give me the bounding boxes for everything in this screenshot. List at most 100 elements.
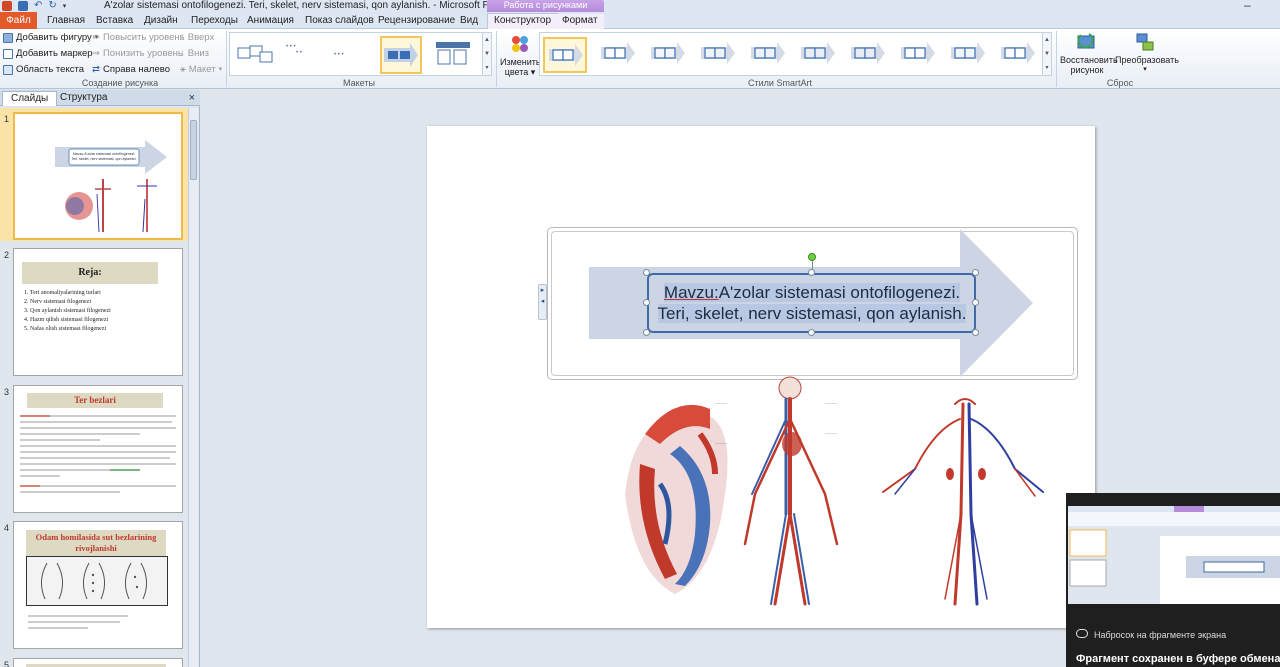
slide-number: 5: [4, 660, 10, 667]
tab-transitions[interactable]: Переходы: [191, 14, 238, 29]
tab-animation[interactable]: Анимация: [247, 14, 294, 29]
ribbon: Добавить фигуру ▾ Добавить маркер Область…: [0, 29, 1280, 89]
smartart-style-option[interactable]: [797, 37, 841, 73]
text-pane-icon: [3, 64, 13, 75]
snip-notification[interactable]: Набросок на фрагменте экрана Фрагмент со…: [1066, 493, 1280, 667]
slide-thumbnail-1[interactable]: Mavzu:A'zolar sistemasi ontofilogenezi. …: [13, 112, 183, 240]
add-bullet-button[interactable]: Добавить маркер: [3, 47, 93, 60]
minimize-button[interactable]: –: [1244, 0, 1251, 11]
svg-text:———: ———: [825, 400, 837, 405]
resize-handle[interactable]: [643, 269, 650, 276]
close-panel-icon[interactable]: ×: [189, 91, 195, 105]
move-down-button[interactable]: ↓ Вниз: [180, 47, 209, 60]
smartart-text-shape[interactable]: Mavzu:A'zolar sistemasi ontofilogenezi. …: [647, 273, 976, 333]
anatomy-mini-image: [65, 179, 157, 233]
right-to-left-icon: ⇄: [92, 64, 100, 75]
tab-smartart-design[interactable]: Конструктор: [487, 13, 559, 30]
demote-icon: ⇒: [92, 48, 100, 59]
slide-thumbnail-4[interactable]: Odam homilasida sut bezlarining rivojlan…: [13, 521, 183, 649]
tab-design[interactable]: Дизайн: [144, 14, 178, 29]
tab-outline[interactable]: Структура: [52, 91, 115, 106]
change-colors-button[interactable]: Изменить цвета ▾: [500, 33, 541, 77]
ribbon-tabs: Файл Главная Вставка Дизайн Переходы Ани…: [0, 12, 1280, 30]
save-icon[interactable]: [18, 1, 28, 11]
smartart-style-option[interactable]: [597, 37, 641, 73]
slide-thumbnail-caption-lines: [28, 615, 128, 629]
smartart-style-option-selected[interactable]: [543, 37, 587, 73]
resize-handle[interactable]: [643, 329, 650, 336]
resize-handle[interactable]: [972, 299, 979, 306]
rotation-handle[interactable]: [808, 253, 816, 261]
ribbon-separator: [496, 31, 497, 87]
slide-thumbnail-list: 1. Teri anomaliyalarining turlari 2. Ner…: [24, 290, 111, 332]
slide-thumbnail-body-lines: [20, 415, 176, 493]
slide-thumbnail-3[interactable]: Ter bezlari: [13, 385, 183, 513]
tab-review[interactable]: Рецензирование: [378, 14, 455, 29]
smartart-style-option[interactable]: [997, 37, 1041, 73]
slide-number: 4: [4, 523, 10, 533]
text-pane-toggle[interactable]: ▸ ◂: [538, 284, 547, 320]
convert-button[interactable]: Преобразовать ▾: [1115, 31, 1179, 75]
slide-thumbnail-title: Ter bezlari: [27, 393, 163, 408]
smartart-style-option[interactable]: [697, 37, 741, 73]
slides-panel-scrollbar[interactable]: [188, 108, 198, 667]
layouts-group-label: Макеты: [343, 78, 375, 88]
tab-home[interactable]: Главная: [47, 14, 85, 29]
smartart-style-option[interactable]: [847, 37, 891, 73]
svg-text:———: ———: [825, 430, 837, 435]
snip-preview-image[interactable]: [1068, 506, 1280, 604]
smartart-style-preview-icon: [701, 42, 735, 64]
layout-option-selected[interactable]: [380, 36, 422, 74]
undo-icon[interactable]: ↶: [34, 1, 42, 11]
resize-handle[interactable]: [972, 329, 979, 336]
styles-gallery-scroll[interactable]: ▲ ▼ ▾: [1042, 33, 1051, 75]
tab-insert[interactable]: Вставка: [96, 14, 133, 29]
layout-option[interactable]: [432, 36, 474, 74]
redo-icon[interactable]: ↻: [48, 1, 56, 11]
text-pane-button[interactable]: Область текста: [3, 63, 84, 76]
smartart-style-option[interactable]: [897, 37, 941, 73]
add-shape-icon: [3, 32, 13, 43]
svg-text:———: ———: [715, 440, 727, 445]
promote-button[interactable]: ⇐ Повысить уровень: [92, 31, 185, 44]
scrollbar-thumb[interactable]: [190, 120, 197, 180]
slide-thumbnail-2[interactable]: Reja: 1. Teri anomaliyalarining turlari …: [13, 248, 183, 376]
resize-handle[interactable]: [808, 269, 815, 276]
add-bullet-icon: [3, 48, 13, 59]
tab-smartart-format[interactable]: Формат: [556, 14, 604, 29]
tab-slideshow[interactable]: Показ слайдов: [305, 14, 374, 29]
tab-file[interactable]: Файл: [0, 12, 37, 29]
right-to-left-button[interactable]: ⇄ Справа налево: [92, 63, 170, 76]
add-shape-button[interactable]: Добавить фигуру ▾: [3, 31, 98, 44]
resize-handle[interactable]: [972, 269, 979, 276]
demote-button[interactable]: ⇒ Понизить уровень: [92, 47, 183, 60]
resize-handle[interactable]: [808, 329, 815, 336]
layouts-gallery-scroll[interactable]: ▲ ▼ ▾: [482, 33, 491, 75]
layout-button[interactable]: ⚹ Макет ▾: [180, 63, 222, 76]
layout-option[interactable]: • • •: [330, 36, 372, 74]
smartart-style-preview-icon: [1001, 42, 1035, 64]
slide-heading[interactable]: Mavzu:A'zolar sistemasi ontofilogenezi. …: [657, 282, 967, 324]
snip-app-name: Набросок на фрагменте экрана: [1094, 630, 1227, 640]
snip-sketch-icon: [1076, 629, 1088, 638]
ribbon-separator: [226, 31, 227, 87]
smartart-style-option[interactable]: [947, 37, 991, 73]
tab-slides[interactable]: Слайды: [2, 91, 58, 106]
tab-view[interactable]: Вид: [460, 14, 478, 29]
resize-handle[interactable]: [643, 299, 650, 306]
move-up-icon: ↑: [180, 32, 185, 43]
human-body-diagram: ——— ——— ——— ———: [715, 376, 839, 606]
layout-option[interactable]: [234, 36, 276, 74]
smartart-style-option[interactable]: [747, 37, 791, 73]
slide-thumbnail-5[interactable]: [13, 658, 183, 667]
layout-option[interactable]: • • • • •: [282, 36, 324, 74]
move-down-icon: ↓: [180, 48, 185, 59]
slide-thumbnail-text: Mavzu:A'zolar sistemasi ontofilogenezi. …: [71, 152, 137, 161]
smartart-style-preview-icon: [549, 44, 583, 66]
smartart-style-option[interactable]: [647, 37, 691, 73]
move-up-button[interactable]: ↑ Вверх: [180, 31, 214, 44]
reset-graphic-button[interactable]: Восстановить рисунок: [1060, 31, 1118, 75]
customize-quick-access-icon[interactable]: ▾: [63, 2, 67, 10]
circulatory-system-image[interactable]: ——— ——— ——— ———: [615, 374, 1065, 614]
ribbon-separator: [1056, 31, 1057, 87]
